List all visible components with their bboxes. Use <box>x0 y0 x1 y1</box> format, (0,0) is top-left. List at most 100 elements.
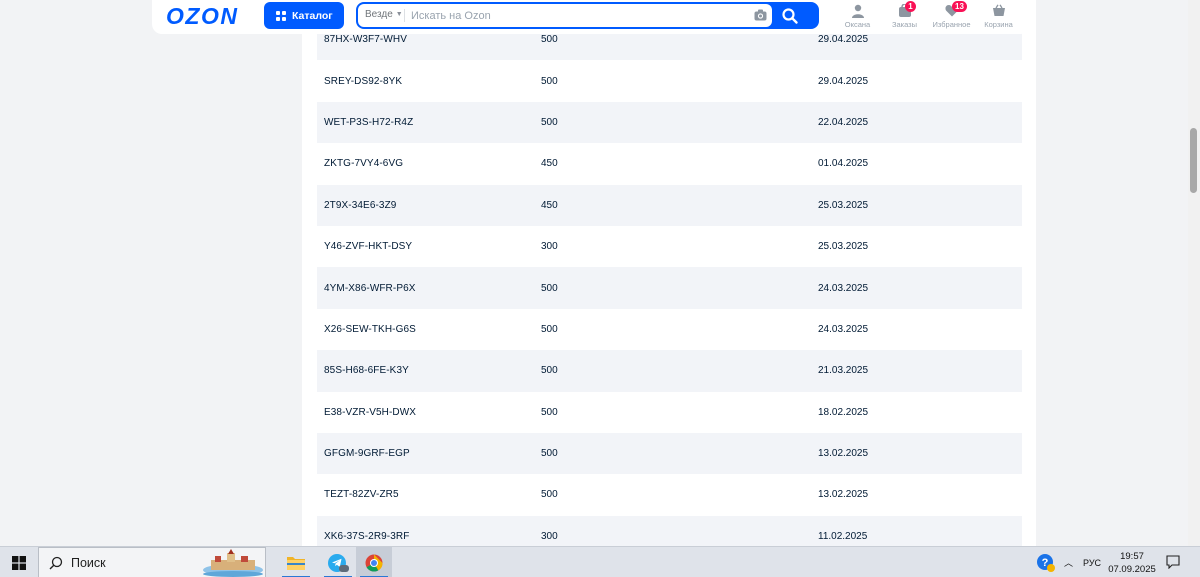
certificate-date: 29.04.2025 <box>818 34 869 46</box>
table-row: GFGM-9GRF-EGP 500 13.02.2025 <box>317 432 1022 475</box>
table-row: 4YM-X86-WFR-P6X 500 24.03.2025 <box>317 267 1022 309</box>
certificate-date: 24.03.2025 <box>818 282 869 294</box>
notification-icon[interactable] <box>1166 555 1180 569</box>
nav-orders[interactable]: 1 Заказы <box>881 1 928 29</box>
certificate-amount: 500 <box>541 116 558 128</box>
nav-favorites-label: Избранное <box>932 20 971 29</box>
magnifier-icon <box>49 556 63 569</box>
certificate-amount: 500 <box>541 75 558 87</box>
windows-taskbar: Поиск ? ︿ РУС 19:57 07.09.2025 <box>0 546 1200 577</box>
folder-icon <box>287 557 305 570</box>
certificates-table: 87HX-W3F7-WHV 500 29.04.2025 SREY-DS92-8YK 5… <box>317 19 1022 546</box>
nav-cart-label: Корзина <box>984 20 1013 29</box>
certificate-date: 22.04.2025 <box>818 116 869 128</box>
search-bar: Везде ▼ <box>356 2 819 29</box>
search-divider <box>404 9 405 22</box>
certificate-amount: 500 <box>541 323 558 335</box>
certificate-amount: 450 <box>541 158 558 170</box>
table-row: 2T9X-34E6-3Z9 450 25.03.2025 <box>317 184 1022 226</box>
taskbar-search-box[interactable]: Поиск <box>38 547 266 577</box>
certificate-code: 4YM-X86-WFR-P6X <box>324 282 416 294</box>
table-row: WET-P3S-H72-R4Z 500 22.04.2025 <box>317 101 1022 144</box>
table-row: E38-VZR-V5H-DWX 500 18.02.2025 <box>317 392 1022 433</box>
table-row: Y46-ZVF-HKT-DSY 300 25.03.2025 <box>317 226 1022 267</box>
certificate-amount: 450 <box>541 199 558 211</box>
certificate-code: GFGM-9GRF-EGP <box>324 448 410 460</box>
certificate-amount: 500 <box>541 282 558 294</box>
taskbar-app-telegram[interactable] <box>320 547 356 577</box>
certificate-code: 2T9X-34E6-3Z9 <box>324 199 397 211</box>
favorites-badge: 13 <box>952 1 967 12</box>
table-row: XK6-37S-2R9-3RF 300 11.02.2025 <box>317 515 1022 546</box>
certificate-amount: 300 <box>541 241 558 253</box>
grid-icon <box>276 10 286 21</box>
nav-profile-label: Оксана <box>844 20 871 29</box>
catalog-button[interactable]: Каталог <box>264 2 344 29</box>
search-input[interactable] <box>411 6 741 25</box>
certificate-code: 87HX-W3F7-WHV <box>324 34 407 46</box>
certificate-amount: 500 <box>541 365 558 377</box>
taskbar-app-chrome[interactable] <box>356 547 392 577</box>
certificate-code: 85S-H68-6FE-K3Y <box>324 365 409 377</box>
certificate-amount: 500 <box>541 448 558 460</box>
header-nav: Оксана 1 Заказы 13 Избранное Корзина <box>834 1 1022 29</box>
certificate-amount: 500 <box>541 489 558 501</box>
certificate-code: Y46-ZVF-HKT-DSY <box>324 241 413 253</box>
certificate-date: 25.03.2025 <box>818 199 869 211</box>
orders-badge: 1 <box>905 1 916 12</box>
certificate-date: 01.04.2025 <box>818 158 869 170</box>
certificate-date: 25.03.2025 <box>818 241 869 253</box>
ozon-logo[interactable]: OZON <box>166 3 238 30</box>
table-row: SREY-DS92-8YK 500 29.04.2025 <box>317 60 1022 101</box>
certificate-code: SREY-DS92-8YK <box>324 75 403 87</box>
certificate-date: 11.02.2025 <box>818 530 868 542</box>
certificate-code: WET-P3S-H72-R4Z <box>324 116 414 128</box>
chevron-up-icon[interactable]: ︿ <box>1064 556 1073 569</box>
taskbar-clock[interactable]: 19:57 07.09.2025 <box>1104 550 1160 576</box>
nav-orders-label: Заказы <box>891 20 918 29</box>
search-icon[interactable] <box>780 6 800 26</box>
chrome-icon <box>365 554 383 572</box>
table-row: X26-SEW-TKH-G6S 500 24.03.2025 <box>317 309 1022 350</box>
nav-favorites[interactable]: 13 Избранное <box>928 1 975 29</box>
search-field-container: Везде ▼ <box>358 4 772 27</box>
nav-cart[interactable]: Корзина <box>975 3 1022 29</box>
table-row: TEZT-82ZV-ZR5 500 13.02.2025 <box>317 474 1022 515</box>
table-row: 85S-H68-6FE-K3Y 500 21.03.2025 <box>317 350 1022 392</box>
table-row: ZKTG-7VY4-6VG 450 01.04.2025 <box>317 143 1022 184</box>
help-icon[interactable]: ? <box>1036 553 1056 573</box>
site-header: OZON Каталог Везде ▼ Искать на Ozon Окса… <box>152 0 1030 34</box>
chevron-down-icon: ▼ <box>395 11 403 18</box>
search-highlight-illustration-icon <box>203 549 263 577</box>
keyboard-language[interactable]: РУС <box>1083 558 1101 568</box>
search-scope-label: Везде <box>365 9 393 20</box>
start-button[interactable] <box>0 547 38 577</box>
certificate-date: 24.03.2025 <box>818 323 869 335</box>
cart-icon <box>992 4 1005 16</box>
system-tray: ? ︿ РУС <box>1036 547 1101 577</box>
taskbar-app-explorer[interactable] <box>278 547 314 577</box>
certificate-code: XK6-37S-2R9-3RF <box>324 530 410 542</box>
scrollbar-thumb[interactable] <box>1190 128 1197 193</box>
page-viewport: 87HX-W3F7-WHV 500 29.04.2025 SREY-DS92-8YK 5… <box>0 0 1188 546</box>
certificate-date: 13.02.2025 <box>818 489 869 501</box>
certificate-code: TEZT-82ZV-ZR5 <box>324 489 399 501</box>
certificate-code: ZKTG-7VY4-6VG <box>324 158 404 170</box>
camera-icon[interactable] <box>754 9 767 21</box>
certificate-code: E38-VZR-V5H-DWX <box>324 406 417 418</box>
clock-date: 07.09.2025 <box>1108 564 1156 575</box>
clock-time: 19:57 <box>1120 551 1144 562</box>
page-scrollbar[interactable] <box>1188 0 1200 546</box>
certificate-amount: 500 <box>541 34 558 46</box>
certificate-date: 13.02.2025 <box>818 448 869 460</box>
nav-profile[interactable]: Оксана <box>834 3 881 29</box>
certificate-amount: 500 <box>541 406 558 418</box>
certificate-date: 18.02.2025 <box>818 406 869 418</box>
user-icon <box>851 4 864 18</box>
certificate-code: X26-SEW-TKH-G6S <box>324 323 416 335</box>
windows-logo-icon <box>12 555 26 570</box>
certificate-date: 21.03.2025 <box>818 365 869 377</box>
catalog-button-label: Каталог <box>292 9 333 22</box>
search-scope-dropdown[interactable]: Везде ▼ <box>365 9 403 20</box>
taskbar-search-label: Поиск <box>71 555 106 570</box>
